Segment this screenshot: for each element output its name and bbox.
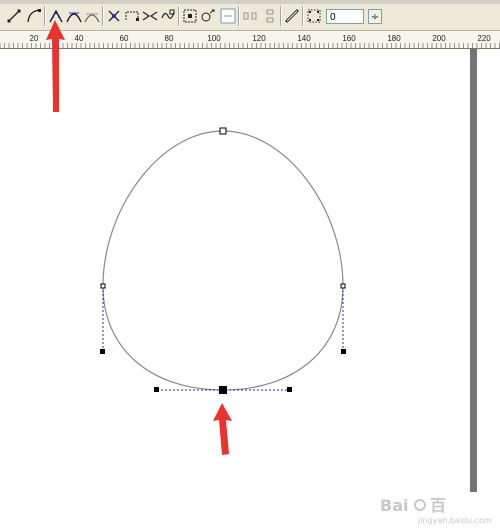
ruler-label: 100 (207, 34, 221, 43)
extract-subpath-icon[interactable] (182, 8, 198, 24)
stretch-nodes-icon[interactable] (200, 8, 216, 24)
ruler-label: 160 (342, 34, 356, 43)
ruler-label: 140 (297, 34, 311, 43)
select-all-nodes-icon[interactable] (306, 8, 322, 24)
left-handle-point[interactable] (100, 349, 105, 354)
property-bar: 0 ÷ (0, 0, 500, 31)
bottom-node-selected[interactable] (219, 386, 227, 394)
top-node[interactable] (219, 127, 227, 135)
watermark-brand-suffix: 百 (430, 496, 446, 515)
smooth-node-icon[interactable] (66, 8, 82, 24)
drawing-canvas[interactable]: Bai 百 jingyan.baidu.com (0, 49, 492, 525)
align-nodes-icon[interactable] (242, 8, 258, 24)
symmetric-node-icon[interactable] (84, 8, 100, 24)
right-node[interactable] (340, 283, 346, 289)
watermark-brand: Bai (380, 496, 408, 515)
ruler-scale: 20 40 60 80 100 120 140 160 180 200 220 (0, 34, 500, 48)
curve-smoothness-spinner[interactable]: ÷ (368, 9, 382, 24)
toolbar-separator (302, 6, 304, 26)
toolbar-separator (238, 6, 240, 26)
watermark-domain: jingyan.baidu.com (417, 516, 492, 525)
right-handle-point[interactable] (341, 349, 346, 354)
ruler-label: 20 (30, 34, 39, 43)
canvas-right-margin (477, 49, 500, 492)
reverse-direction-icon[interactable] (106, 8, 122, 24)
curve-tool-icon[interactable] (26, 8, 42, 24)
toolbar-separator (102, 6, 104, 26)
bottom-left-handle-point[interactable] (154, 387, 159, 392)
ruler-label: 40 (75, 34, 84, 43)
spinner-glyph: ÷ (371, 12, 379, 23)
curve-smoothness-input[interactable]: 0 (326, 9, 364, 24)
align-nodes-vertical-icon[interactable] (262, 8, 278, 24)
line-tool-icon[interactable] (6, 8, 22, 24)
ruler-label: 200 (432, 34, 446, 43)
ruler-label: 220 (477, 34, 491, 43)
page-edge-shadow (470, 49, 477, 492)
rotate-nodes-icon[interactable] (220, 8, 236, 24)
red-arrow-bottom (213, 403, 232, 455)
baidu-watermark: Bai 百 jingyan.baidu.com (378, 495, 494, 525)
bottom-right-handle-point[interactable] (287, 387, 292, 392)
egg-curve[interactable] (102, 130, 344, 391)
toolbar-separator (280, 6, 282, 26)
elastic-mode-icon[interactable] (284, 8, 300, 24)
ruler-label: 80 (165, 34, 174, 43)
break-curve-icon[interactable] (160, 8, 176, 24)
extend-curve-icon[interactable] (124, 8, 140, 24)
drawing-surface[interactable] (0, 49, 470, 492)
toolbar-separator (44, 6, 46, 26)
ruler-label: 120 (252, 34, 266, 43)
ruler-label: 60 (120, 34, 129, 43)
horizontal-ruler[interactable]: 20 40 60 80 100 120 140 160 180 200 220 (0, 31, 500, 49)
left-node[interactable] (100, 283, 106, 289)
cusp-node-icon[interactable] (48, 8, 64, 24)
toolbar-separator (178, 6, 180, 26)
ruler-label: 180 (387, 34, 401, 43)
join-nodes-icon[interactable] (142, 8, 158, 24)
toolbar-top-strip (0, 0, 500, 4)
